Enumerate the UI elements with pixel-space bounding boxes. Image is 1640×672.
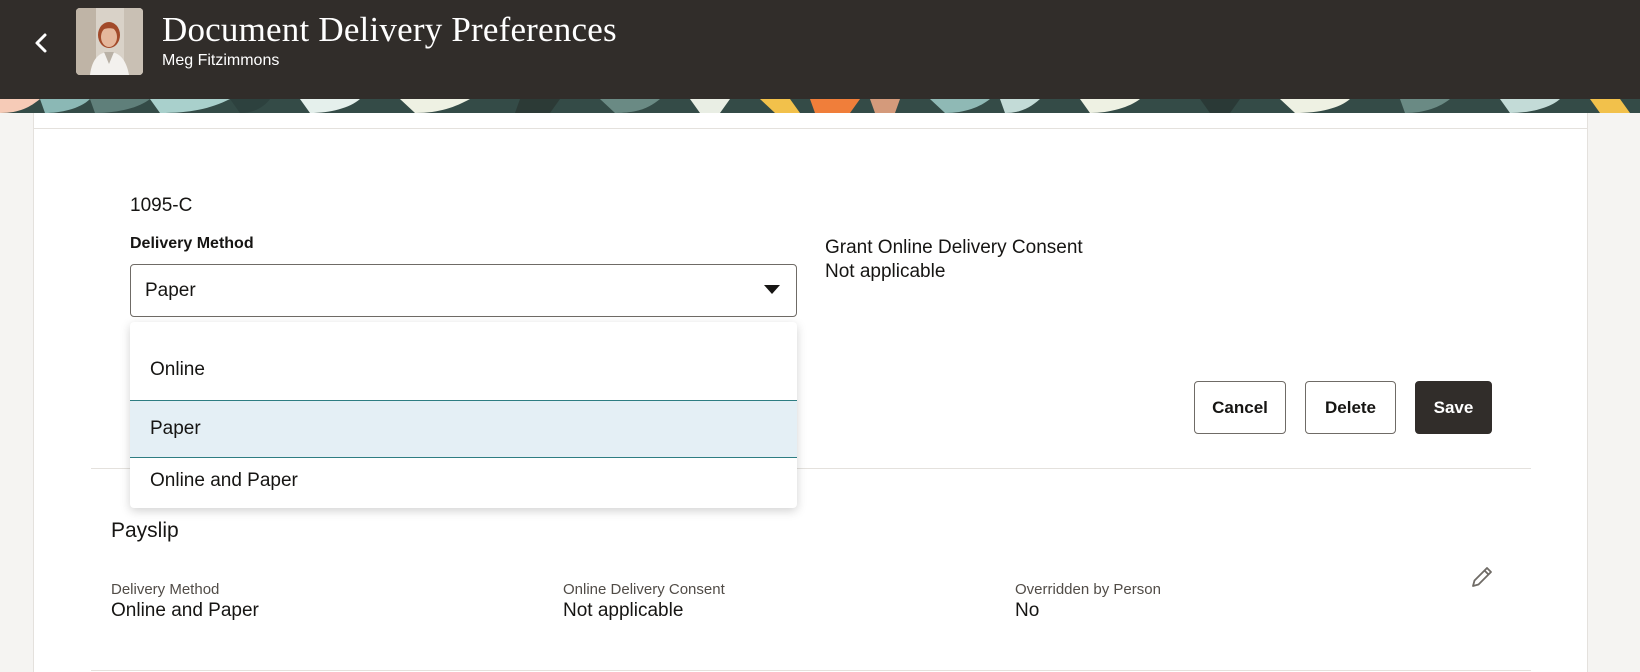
consent-value: Not applicable xyxy=(825,261,946,282)
page-header: Document Delivery Preferences Meg Fitzim… xyxy=(0,0,1640,99)
document-name: 1095-C xyxy=(130,195,193,216)
back-button[interactable] xyxy=(22,24,60,62)
delivery-method-value: Paper xyxy=(145,279,196,301)
dropdown-option-online-and-paper[interactable]: Online and Paper xyxy=(130,458,797,508)
payslip-title: Payslip xyxy=(111,519,179,542)
dropdown-option-online[interactable]: Online xyxy=(130,322,797,400)
payslip-consent-label: Online Delivery Consent xyxy=(563,581,725,598)
payslip-delivery-method-label: Delivery Method xyxy=(111,581,220,598)
edit-payslip-button[interactable] xyxy=(1464,559,1500,595)
person-name: Meg Fitzimmons xyxy=(162,52,280,69)
consent-label: Grant Online Delivery Consent xyxy=(825,237,1083,258)
payslip-consent-value: Not applicable xyxy=(563,600,684,621)
delivery-method-dropdown: Online Paper Online and Paper xyxy=(130,322,797,508)
section-divider xyxy=(91,670,1531,671)
payslip-overridden-label: Overridden by Person xyxy=(1015,581,1161,598)
pencil-icon xyxy=(1472,567,1492,587)
dropdown-option-paper[interactable]: Paper xyxy=(130,400,797,458)
divider xyxy=(34,128,1587,129)
delivery-method-label: Delivery Method xyxy=(130,235,254,252)
main-card: 1095-C Delivery Method Paper Online Pape… xyxy=(33,113,1588,672)
page-title: Document Delivery Preferences xyxy=(162,10,617,49)
avatar xyxy=(76,8,143,75)
delete-button[interactable]: Delete xyxy=(1305,381,1396,434)
caret-down-icon xyxy=(764,285,780,294)
payslip-delivery-method-value: Online and Paper xyxy=(111,600,259,621)
payslip-overridden-value: No xyxy=(1015,600,1040,621)
cancel-button[interactable]: Cancel xyxy=(1194,381,1286,434)
chevron-left-icon xyxy=(35,33,47,53)
decorative-banner xyxy=(0,99,1640,113)
delivery-method-select[interactable]: Paper xyxy=(130,264,797,317)
save-button[interactable]: Save xyxy=(1415,381,1492,434)
